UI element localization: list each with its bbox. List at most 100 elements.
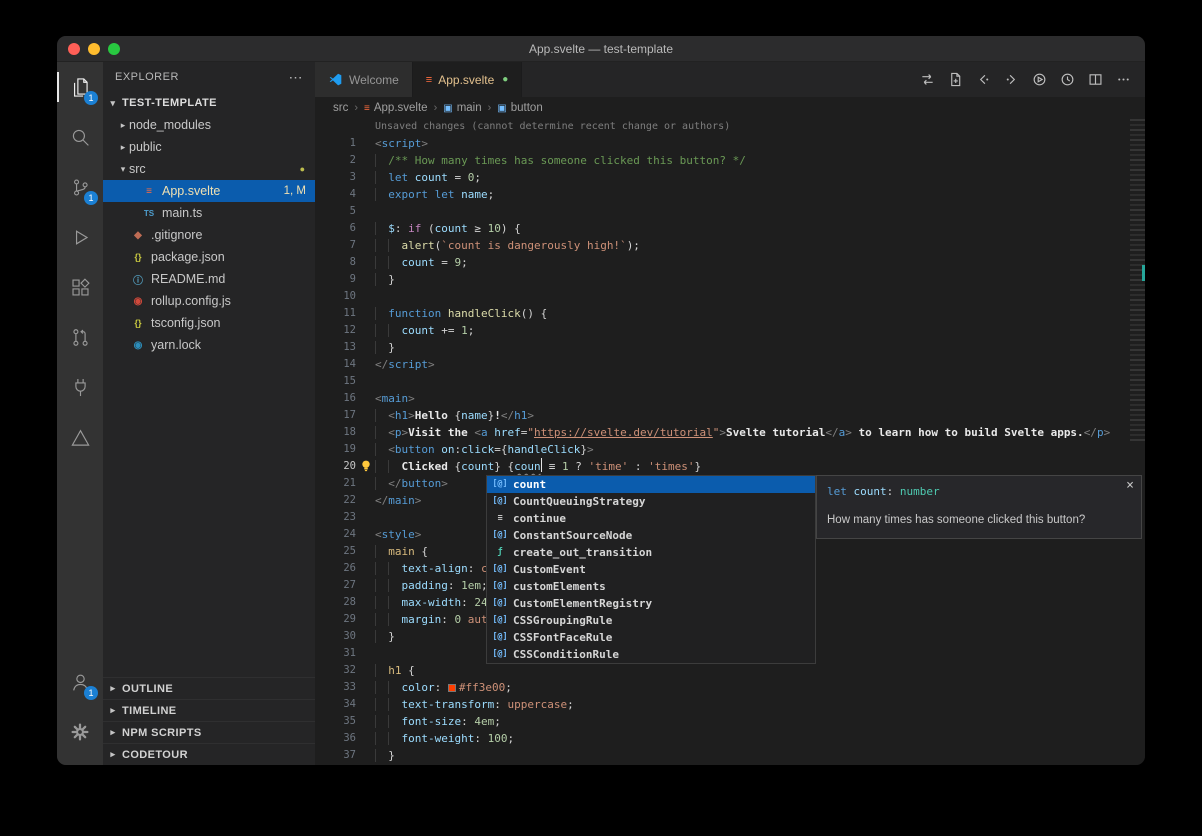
suggest-item[interactable]: ƒcreate_out_transition xyxy=(487,544,815,561)
pull-requests-activity-button[interactable] xyxy=(57,312,103,362)
code-line[interactable]: 2 /** How many times has someone clicked… xyxy=(315,152,1145,169)
explorer-activity-button[interactable]: 1 xyxy=(57,62,103,112)
file-tree-item[interactable]: ◉rollup.config.js xyxy=(103,290,315,312)
code-editor[interactable]: Unsaved changes (cannot determine recent… xyxy=(315,119,1145,765)
file-tree-item[interactable]: ⓘREADME.md xyxy=(103,268,315,290)
line-number[interactable]: 12 xyxy=(315,322,356,339)
suggest-item[interactable]: [@]count xyxy=(487,476,815,493)
code-line[interactable]: 9 } xyxy=(315,271,1145,288)
split-editor-icon[interactable] xyxy=(1088,72,1103,87)
tab-app-svelte[interactable]: ≡ App.svelte ● xyxy=(413,62,523,97)
file-tree-item[interactable]: ≡App.svelte1, M xyxy=(103,180,315,202)
code-line[interactable]: 35 font-size: 4em; xyxy=(315,713,1145,730)
line-number[interactable]: 34 xyxy=(315,696,356,713)
compare-changes-icon[interactable] xyxy=(920,72,935,87)
line-number[interactable]: 25 xyxy=(315,543,356,560)
code-line[interactable]: 20 Clicked {count} {coun ≡ 1 ? 'time' : … xyxy=(315,458,1145,475)
code-line[interactable]: 36 font-weight: 100; xyxy=(315,730,1145,747)
sidebar-section-npm-scripts[interactable]: ▸NPM SCRIPTS xyxy=(103,721,315,743)
breadcrumb-item[interactable]: ▣main xyxy=(443,102,481,114)
line-number[interactable]: 17 xyxy=(315,407,356,424)
accounts-button[interactable]: 1 xyxy=(57,657,103,707)
line-number[interactable]: 22 xyxy=(315,492,356,509)
line-number[interactable]: 35 xyxy=(315,713,356,730)
line-number[interactable]: 26 xyxy=(315,560,356,577)
suggest-item[interactable]: [@]CustomEvent xyxy=(487,561,815,578)
sidebar-section-timeline[interactable]: ▸TIMELINE xyxy=(103,699,315,721)
line-number[interactable]: 32 xyxy=(315,662,356,679)
line-number[interactable]: 21 xyxy=(315,475,356,492)
remote-explorer-activity-button[interactable] xyxy=(57,362,103,412)
code-line[interactable]: 3 let count = 0; xyxy=(315,169,1145,186)
line-number[interactable]: 7 xyxy=(315,237,356,254)
line-number[interactable]: 3 xyxy=(315,169,356,186)
line-number[interactable]: 15 xyxy=(315,373,356,390)
line-number[interactable]: 30 xyxy=(315,628,356,645)
code-line[interactable]: 10 xyxy=(315,288,1145,305)
line-number[interactable]: 14 xyxy=(315,356,356,373)
line-number[interactable]: 11 xyxy=(315,305,356,322)
breadcrumb-item[interactable]: ▣button xyxy=(497,102,542,114)
line-number[interactable]: 6 xyxy=(315,220,356,237)
run-debug-activity-button[interactable] xyxy=(57,212,103,262)
code-line[interactable]: 11 function handleClick() { xyxy=(315,305,1145,322)
line-number[interactable]: 1 xyxy=(315,135,356,152)
code-line[interactable]: 33 color: #ff3e00; xyxy=(315,679,1145,696)
minimize-window-button[interactable] xyxy=(88,43,100,55)
suggest-item[interactable]: [@]CustomElementRegistry xyxy=(487,595,815,612)
line-number[interactable]: 16 xyxy=(315,390,356,407)
code-line[interactable]: 8 count = 9; xyxy=(315,254,1145,271)
extensions-activity-button[interactable] xyxy=(57,262,103,312)
dirty-indicator-dot[interactable]: ● xyxy=(502,74,508,85)
title-bar[interactable]: App.svelte — test-template xyxy=(57,36,1145,62)
file-tree-item[interactable]: ▸node_modules xyxy=(103,114,315,136)
line-number[interactable]: 29 xyxy=(315,611,356,628)
lightbulb-icon[interactable] xyxy=(359,459,373,473)
code-line[interactable]: 19 <button on:click={handleClick}> xyxy=(315,441,1145,458)
search-activity-button[interactable] xyxy=(57,112,103,162)
code-line[interactable]: 4 export let name; xyxy=(315,186,1145,203)
timeline-clock-icon[interactable] xyxy=(1060,72,1075,87)
line-number[interactable]: 20 xyxy=(315,458,356,475)
suggest-item[interactable]: [@]CSSGroupingRule xyxy=(487,612,815,629)
code-line[interactable]: 1<script> xyxy=(315,135,1145,152)
line-number[interactable]: 27 xyxy=(315,577,356,594)
suggest-item[interactable]: [@]CSSConditionRule xyxy=(487,646,815,663)
code-line[interactable]: 17 <h1>Hello {name}!</h1> xyxy=(315,407,1145,424)
code-line[interactable]: 37 } xyxy=(315,747,1145,764)
code-line[interactable]: 7 alert(`count is dangerously high!`); xyxy=(315,237,1145,254)
codetour-activity-button[interactable] xyxy=(57,412,103,462)
code-line[interactable]: 6 $: if (count ≥ 10) { xyxy=(315,220,1145,237)
line-number[interactable]: 9 xyxy=(315,271,356,288)
file-tree-item[interactable]: ▸public xyxy=(103,136,315,158)
code-line[interactable]: 15 xyxy=(315,373,1145,390)
breadcrumb-item[interactable]: ≡App.svelte xyxy=(364,102,428,114)
previous-change-icon[interactable] xyxy=(976,72,991,87)
line-number[interactable]: 13 xyxy=(315,339,356,356)
suggest-item[interactable]: [@]ConstantSourceNode xyxy=(487,527,815,544)
sidebar-section-outline[interactable]: ▸OUTLINE xyxy=(103,677,315,699)
line-number[interactable]: 2 xyxy=(315,152,356,169)
suggest-item[interactable]: [@]CountQueuingStrategy xyxy=(487,493,815,510)
line-number[interactable]: 4 xyxy=(315,186,356,203)
sidebar-section-codetour[interactable]: ▸CODETOUR xyxy=(103,743,315,765)
file-tree-item[interactable]: ◉yarn.lock xyxy=(103,334,315,356)
line-number[interactable]: 31 xyxy=(315,645,356,662)
line-number[interactable]: 28 xyxy=(315,594,356,611)
close-window-button[interactable] xyxy=(68,43,80,55)
line-number[interactable]: 33 xyxy=(315,679,356,696)
line-number[interactable]: 24 xyxy=(315,526,356,543)
tab-welcome[interactable]: Welcome xyxy=(315,62,413,97)
code-line[interactable]: 13 } xyxy=(315,339,1145,356)
line-number[interactable]: 18 xyxy=(315,424,356,441)
code-line[interactable]: 12 count += 1; xyxy=(315,322,1145,339)
settings-button[interactable] xyxy=(57,707,103,757)
file-tree-item[interactable]: TSmain.ts xyxy=(103,202,315,224)
suggest-item[interactable]: [@]CSSFontFaceRule xyxy=(487,629,815,646)
code-line[interactable]: 5 xyxy=(315,203,1145,220)
line-number[interactable]: 23 xyxy=(315,509,356,526)
code-line[interactable]: 32 h1 { xyxy=(315,662,1145,679)
file-tree-item[interactable]: ▾src● xyxy=(103,158,315,180)
suggest-item[interactable]: [@]customElements xyxy=(487,578,815,595)
maximize-window-button[interactable] xyxy=(108,43,120,55)
